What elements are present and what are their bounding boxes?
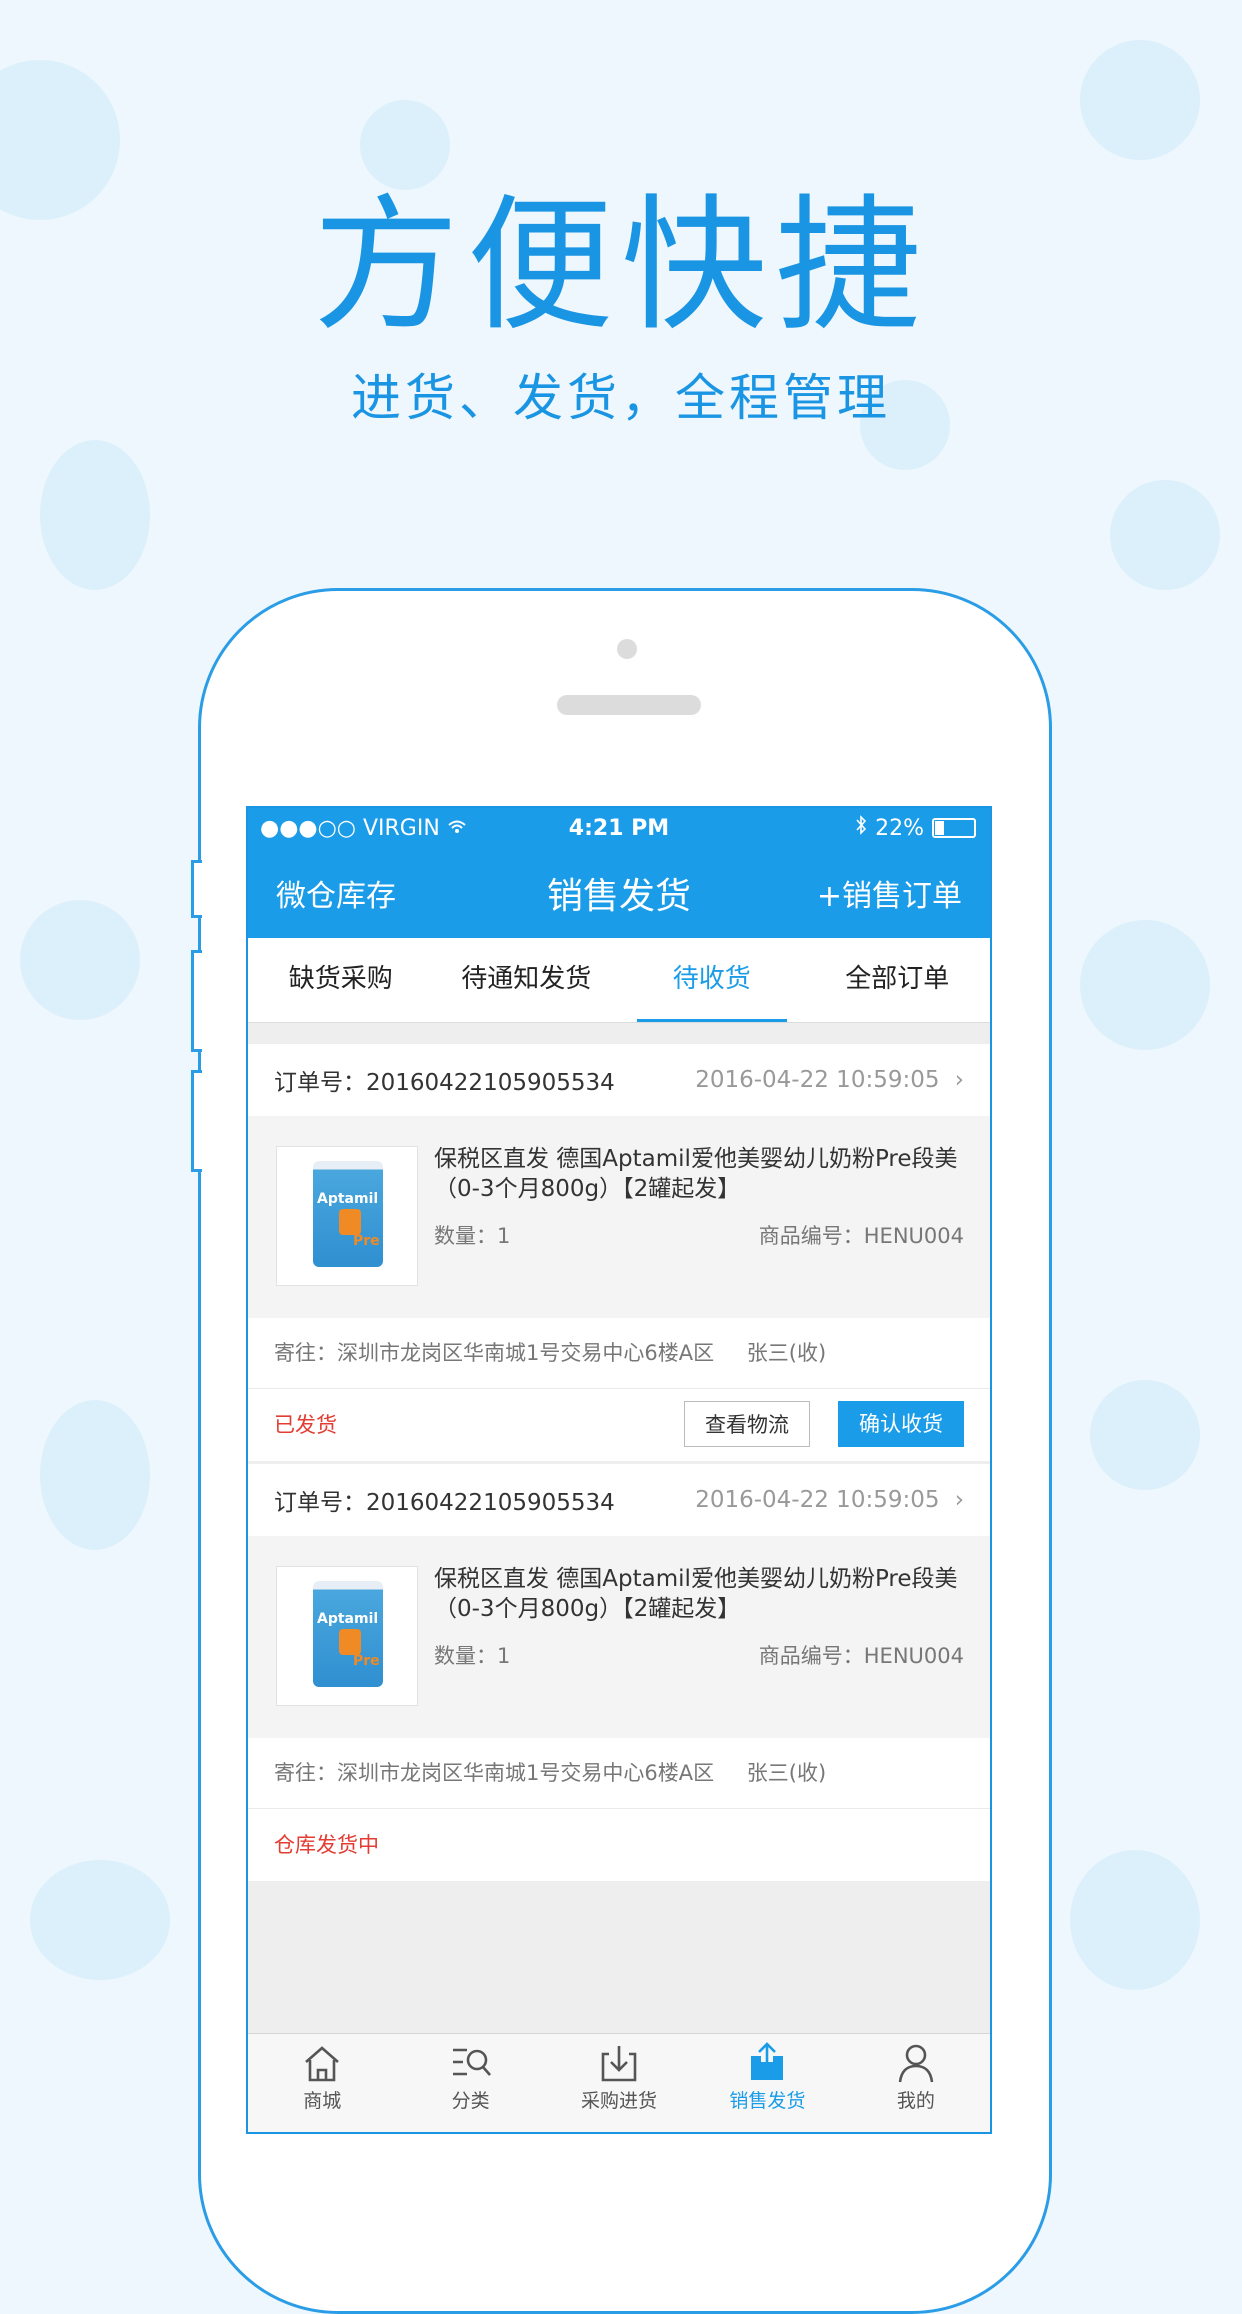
bottom-tab-bar: 商城 分类 采购进货 销售发货 我的 xyxy=(248,2033,990,2132)
order-status: 已发货 xyxy=(274,1413,337,1437)
order-number: 订单号：20160422105905534 xyxy=(274,1070,615,1096)
home-icon xyxy=(305,2046,340,2082)
phone-speaker xyxy=(557,695,701,715)
address-text: 寄往：深圳市龙岗区华南城1号交易中心6楼A区 xyxy=(274,1761,715,1785)
bottom-tab-label: 商城 xyxy=(303,2090,342,2112)
order-footer: 已发货 查看物流 确认收货 xyxy=(248,1389,990,1461)
nav-bar: 微仓库存 销售发货 +销售订单 xyxy=(248,848,990,938)
chevron-right-icon: › xyxy=(954,1487,964,1513)
order-status: 仓库发货中 xyxy=(274,1833,379,1857)
download-tray-icon xyxy=(601,2046,637,2082)
order-header[interactable]: 订单号：20160422105905534 2016-04-22 10:59:0… xyxy=(248,1464,990,1536)
address-text: 寄往：深圳市龙岗区华南城1号交易中心6楼A区 xyxy=(274,1341,715,1365)
shipping-address: 寄往：深圳市龙岗区华南城1号交易中心6楼A区 张三(收) xyxy=(248,1738,990,1809)
bottom-tab-category[interactable]: 分类 xyxy=(396,2034,544,2132)
formula-can-image: Aptamil Pre xyxy=(313,1161,383,1267)
tab-all-orders[interactable]: 全部订单 xyxy=(805,938,991,1022)
product-quantity: 数量：1 xyxy=(434,1224,511,1248)
promo-subline: 进货、发货，全程管理 xyxy=(351,369,891,427)
status-bar: ●●●○○ VIRGIN 4:21 PM 22% xyxy=(248,808,990,848)
product-quantity: 数量：1 xyxy=(434,1644,511,1668)
order-goods[interactable]: Aptamil Pre 保税区直发 德国Aptamil爱他美婴幼儿奶粉Pre段美… xyxy=(248,1116,990,1318)
order-tabs: 缺货采购 待通知发货 待收货 全部订单 xyxy=(248,938,990,1023)
tab-pending-ship-notice[interactable]: 待通知发货 xyxy=(434,938,620,1022)
confirm-receipt-button[interactable]: 确认收货 xyxy=(838,1401,964,1447)
new-sales-order-button[interactable]: +销售订单 xyxy=(817,871,962,915)
order-time: 2016-04-22 10:59:05 xyxy=(695,1487,940,1513)
category-search-icon xyxy=(452,2048,491,2076)
bottom-tab-label: 分类 xyxy=(451,2090,490,2112)
product-name: 保税区直发 德国Aptamil爱他美婴幼儿奶粉Pre段美（0-3个月800g）【… xyxy=(434,1566,958,1622)
app-screen: ●●●○○ VIRGIN 4:21 PM 22% 微仓库存 销售发货 +销售订单… xyxy=(246,806,992,2134)
upload-tray-icon xyxy=(751,2042,784,2080)
shipping-address: 寄往：深圳市龙岗区华南城1号交易中心6楼A区 张三(收) xyxy=(248,1318,990,1389)
user-icon xyxy=(898,2044,934,2083)
promo-headline: 方便快捷 xyxy=(313,181,929,351)
tab-pending-receipt[interactable]: 待收货 xyxy=(619,938,805,1022)
bottom-tab-label: 采购进货 xyxy=(581,2090,658,2112)
phone-side-button xyxy=(191,860,202,918)
product-code: 商品编号：HENU004 xyxy=(758,1644,964,1668)
view-logistics-button[interactable]: 查看物流 xyxy=(684,1401,810,1447)
recipient-name: 张三(收) xyxy=(746,1761,827,1785)
order-time: 2016-04-22 10:59:05 xyxy=(695,1067,940,1093)
bluetooth-icon xyxy=(855,815,867,841)
order-card[interactable]: 订单号：20160422105905534 2016-04-22 10:59:0… xyxy=(248,1044,990,1461)
bottom-tab-purchase[interactable]: 采购进货 xyxy=(545,2034,693,2132)
order-card[interactable]: 订单号：20160422105905534 2016-04-22 10:59:0… xyxy=(248,1464,990,1881)
product-image: Aptamil Pre xyxy=(276,1566,418,1706)
product-code: 商品编号：HENU004 xyxy=(758,1224,964,1248)
bottom-tab-label: 我的 xyxy=(896,2090,935,2112)
order-number: 订单号：20160422105905534 xyxy=(274,1490,615,1516)
phone-camera xyxy=(617,639,637,659)
bottom-tab-sales-shipping[interactable]: 销售发货 xyxy=(693,2034,841,2132)
bottom-tab-me[interactable]: 我的 xyxy=(842,2034,990,2132)
recipient-name: 张三(收) xyxy=(746,1341,827,1365)
chevron-right-icon: › xyxy=(954,1067,964,1093)
bottom-tab-mall[interactable]: 商城 xyxy=(248,2034,396,2132)
bottom-tab-label: 销售发货 xyxy=(729,2090,806,2112)
order-header[interactable]: 订单号：20160422105905534 2016-04-22 10:59:0… xyxy=(248,1044,990,1116)
battery-percent: 22% xyxy=(875,815,924,841)
phone-side-button xyxy=(191,950,202,1052)
tab-out-of-stock-purchase[interactable]: 缺货采购 xyxy=(248,938,434,1022)
order-goods[interactable]: Aptamil Pre 保税区直发 德国Aptamil爱他美婴幼儿奶粉Pre段美… xyxy=(248,1536,990,1738)
phone-side-button xyxy=(191,1070,202,1172)
battery-icon xyxy=(932,818,976,838)
product-image: Aptamil Pre xyxy=(276,1146,418,1286)
formula-can-image: Aptamil Pre xyxy=(313,1581,383,1687)
order-footer: 仓库发货中 xyxy=(248,1809,990,1881)
product-name: 保税区直发 德国Aptamil爱他美婴幼儿奶粉Pre段美（0-3个月800g）【… xyxy=(434,1146,958,1202)
